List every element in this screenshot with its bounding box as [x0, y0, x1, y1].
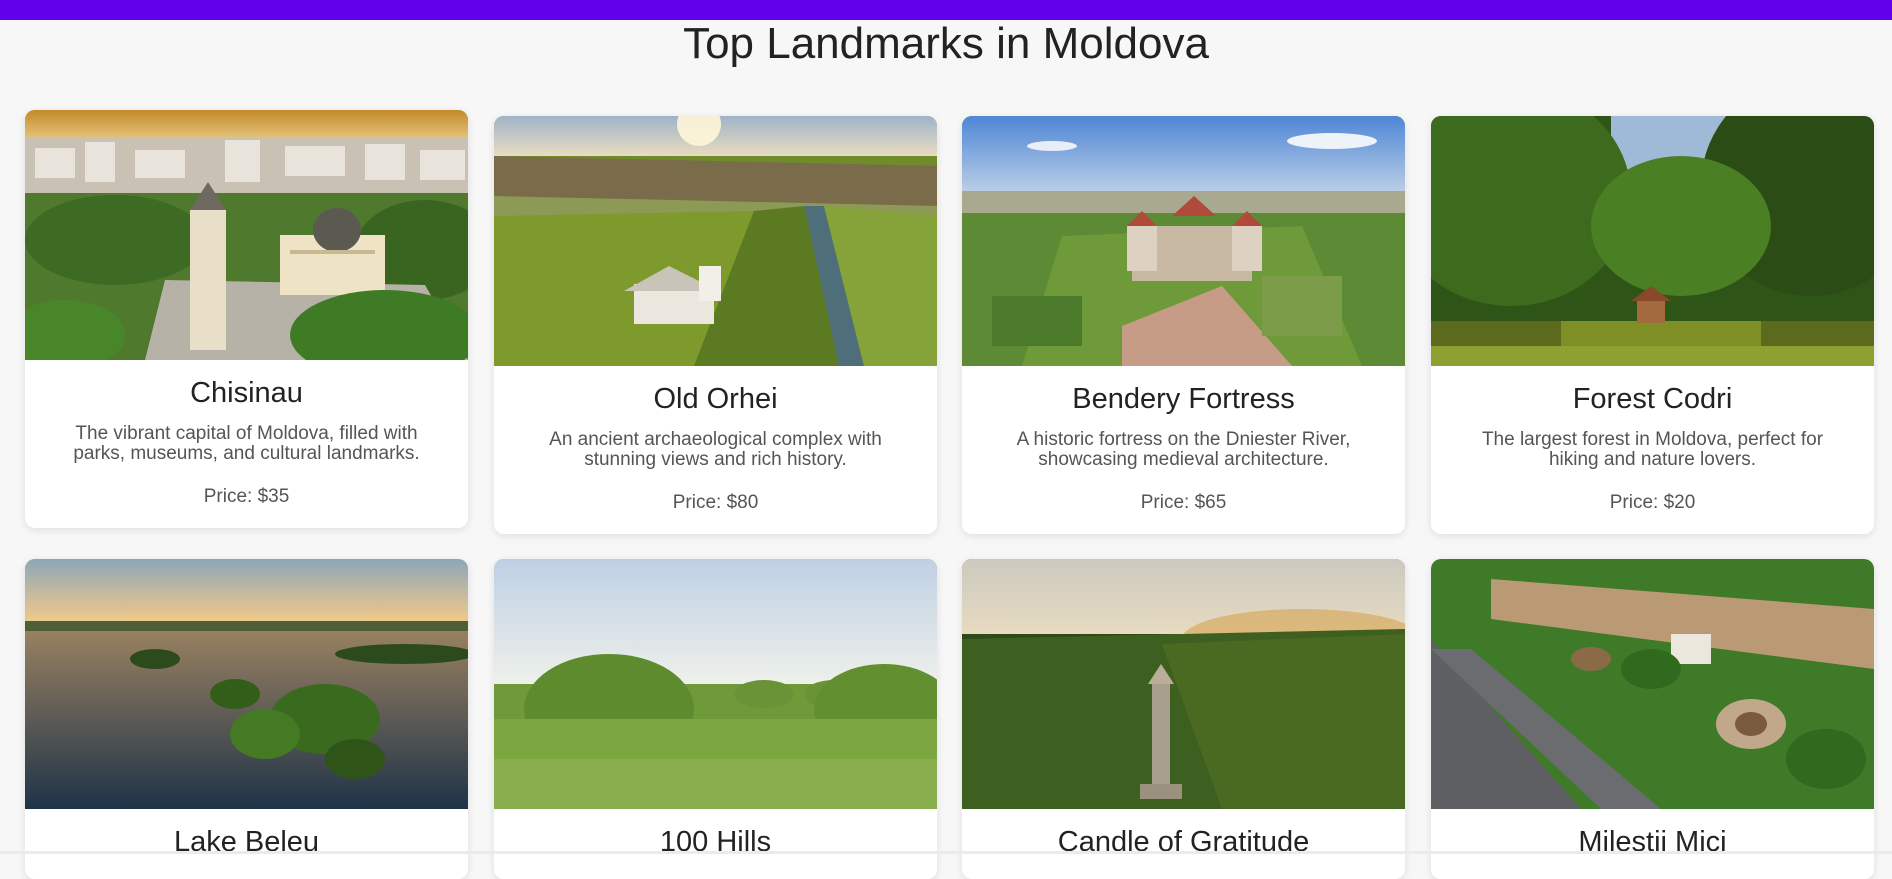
landmark-name: Old Orhei	[653, 383, 778, 415]
landmark-price: Price: $65	[1140, 492, 1227, 513]
chisinau-photo	[25, 110, 468, 360]
landmark-name: Forest Codri	[1572, 383, 1733, 415]
page-title: Top Landmarks in Moldova	[683, 19, 1209, 68]
landmark-card-100-hills[interactable]: 100 Hills	[494, 559, 937, 879]
candle-of-gratitude-photo	[962, 559, 1405, 809]
landmark-description: The vibrant capital of Moldova, filled w…	[73, 423, 420, 464]
landmark-price: Price: $20	[1609, 492, 1696, 513]
old-orhei-photo	[494, 116, 937, 366]
lake-beleu-photo	[25, 559, 468, 809]
landmark-description: A historic fortress on the Dniester Rive…	[1016, 429, 1351, 470]
landmark-card-chisinau[interactable]: Chisinau The vibrant capital of Moldova,…	[25, 110, 468, 528]
landmark-description: The largest forest in Moldova, perfect f…	[1481, 429, 1824, 470]
landmark-price: Price: $35	[203, 486, 290, 507]
landmark-description: An ancient archaeological complex with s…	[549, 429, 882, 470]
forest-codri-photo	[1431, 116, 1874, 366]
landmark-name: Bendery Fortress	[1072, 383, 1295, 415]
landmark-card-old-orhei[interactable]: Old Orhei An ancient archaeological comp…	[494, 116, 937, 534]
landmark-card-forest-codri[interactable]: Forest Codri The largest forest in Moldo…	[1431, 116, 1874, 534]
bendery-fortress-photo	[962, 116, 1405, 366]
landmark-card-milestii-mici[interactable]: Milestii Mici	[1431, 559, 1874, 879]
landmark-name: Chisinau	[190, 377, 303, 409]
100-hills-photo	[494, 559, 937, 809]
landmark-card-lake-beleu[interactable]: Lake Beleu	[25, 559, 468, 879]
landmark-price: Price: $80	[672, 492, 759, 513]
landmark-card-candle-of-gratitude[interactable]: Candle of Gratitude	[962, 559, 1405, 879]
milestii-mici-photo	[1431, 559, 1874, 809]
top-accent-bar	[0, 0, 1892, 20]
landmark-card-bendery-fortress[interactable]: Bendery Fortress A historic fortress on …	[962, 116, 1405, 534]
